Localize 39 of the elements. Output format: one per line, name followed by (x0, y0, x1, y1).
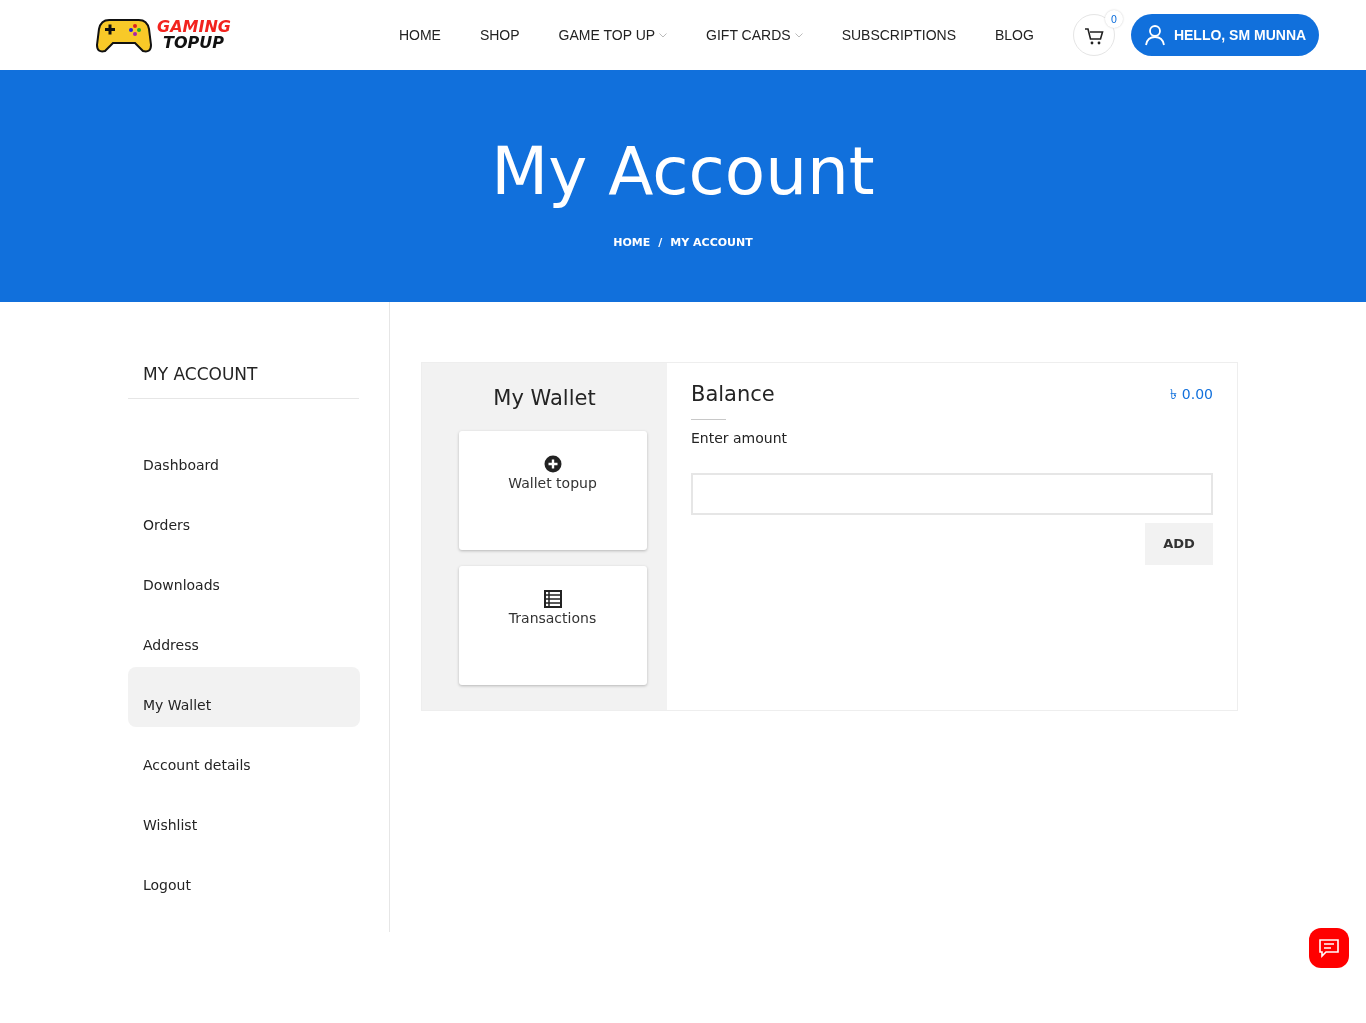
nav-link[interactable]: GAME TOP UP (558, 24, 668, 46)
nav-link[interactable]: GIFT CARDS (706, 24, 803, 46)
list-icon (543, 589, 562, 608)
user-account-button[interactable]: HELLO, SM MUNNA (1130, 14, 1320, 56)
sidebar-item[interactable]: Wishlist (128, 786, 360, 847)
amount-input-field[interactable] (691, 472, 1213, 515)
logo-text: TOPUP (163, 35, 225, 51)
cart-button[interactable] (1072, 14, 1115, 56)
balance-amount: ৳ 0.00 (1170, 385, 1213, 405)
amount-label: Enter amount (691, 428, 789, 448)
nav-link[interactable]: SUBSCRIPTIONS (841, 24, 956, 46)
sidebar-item[interactable]: Account details (128, 726, 360, 787)
sidebar-item[interactable]: Address (128, 606, 360, 667)
sidebar-item[interactable]: Orders (128, 486, 360, 547)
user-icon (1143, 24, 1166, 46)
plus-circle-icon (543, 454, 562, 473)
sidebar-item[interactable]: Dashboard (128, 426, 360, 487)
chat-bubble-icon (1318, 938, 1340, 958)
sidebar-item[interactable]: My Wallet (128, 666, 360, 727)
nav-link[interactable]: SHOP (479, 24, 520, 46)
wallet-title: My Wallet (493, 385, 596, 412)
breadcrumb-link[interactable]: HOME (613, 235, 651, 252)
sidebar-item[interactable]: Downloads (128, 546, 360, 607)
wallet-tile-button[interactable]: Wallet topup (458, 430, 647, 550)
chevron-down-icon (659, 33, 668, 39)
sidebar-title: MY ACCOUNT (128, 352, 359, 399)
balance-title: Balance (691, 381, 775, 408)
nav-link[interactable]: BLOG (995, 24, 1034, 46)
sidebar-item[interactable]: Logout (128, 846, 360, 907)
breadcrumb-separator: / (658, 235, 663, 252)
add-button[interactable]: ADD (1145, 522, 1213, 565)
logo-text: GAMING (157, 19, 231, 35)
wallet-tile-button[interactable]: Transactions (458, 565, 647, 685)
nav-link[interactable]: HOME (398, 24, 441, 46)
page-title: My Account (490, 132, 876, 212)
chat-button[interactable] (1309, 928, 1349, 968)
cart-count-badge: 0 (1104, 10, 1123, 28)
cart-icon (1083, 26, 1104, 45)
chevron-down-icon (794, 33, 803, 39)
